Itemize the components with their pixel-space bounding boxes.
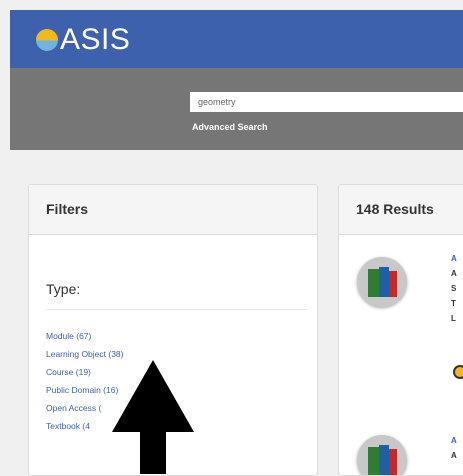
result-field: S [451,284,457,293]
type-filter-module[interactable]: Module (67) [46,327,124,345]
result-thumbnail-books-icon[interactable] [357,257,407,307]
result-title[interactable]: A [451,251,457,266]
result-meta: A A S T L [451,251,457,326]
result-meta: A A [451,433,457,463]
oasis-logo[interactable]: ASIS [36,24,130,56]
result-field: A [451,269,457,278]
up-arrow-icon [112,360,194,474]
search-input[interactable] [190,92,463,112]
results-count-title: 148 Results [356,201,434,217]
type-divider [46,309,307,310]
result-thumbnail-books-icon[interactable] [357,435,407,475]
result-field: L [451,314,456,323]
license-badge-icon [453,365,463,379]
logo-text: ASIS [60,23,131,56]
type-filter-label: Type: [46,281,81,297]
result-field: T [451,299,456,308]
filters-header: Filters [29,185,317,235]
result-field: A [451,451,457,460]
header-bar: ASIS [10,10,463,68]
results-header: 148 Results [339,185,463,235]
results-panel: 148 Results A A S T L A A [338,184,463,476]
result-title[interactable]: A [451,433,457,448]
filters-title: Filters [46,201,89,217]
advanced-search-link[interactable]: Advanced Search [192,122,268,132]
logo-mark-icon [36,29,58,51]
search-bar: Advanced Search [10,68,463,150]
